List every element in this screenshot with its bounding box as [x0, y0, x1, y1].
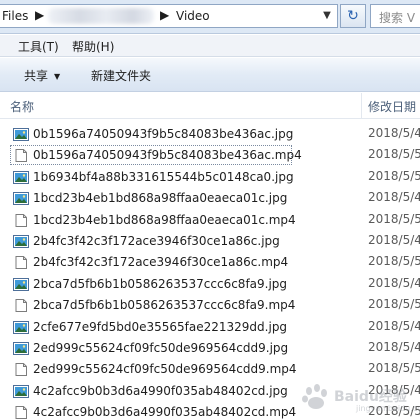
- file-name-cell[interactable]: 4c2afcc9b0b3d6a4990f035ab48402cd.mp4: [10, 402, 296, 420]
- file-name: 0b1596a74050943f9b5c84083be436ac.mp4: [33, 148, 302, 163]
- chevron-down-icon: ▼: [54, 72, 61, 81]
- column-name-header[interactable]: 名称: [10, 98, 34, 115]
- breadcrumb-separator-icon[interactable]: ▶: [160, 8, 169, 22]
- breadcrumb-blurred-segment: [48, 8, 154, 24]
- image-file-icon: [13, 342, 29, 355]
- file-name: 2b4fc3f42c3f172ace3946f30ce1a86c.mp4: [33, 255, 289, 270]
- file-date: 2018/5/5: [368, 168, 420, 183]
- video-file-icon: [15, 213, 27, 227]
- new-folder-button[interactable]: 新建文件夹: [91, 67, 151, 84]
- refresh-icon: ↻: [347, 8, 359, 24]
- file-row[interactable]: 0b1596a74050943f9b5c84083be436ac.mp4 2018…: [0, 145, 420, 166]
- file-name-cell[interactable]: 0b1596a74050943f9b5c84083be436ac.mp4: [10, 145, 302, 166]
- file-name: 2b4fc3f42c3f172ace3946f30ce1a86c.jpg: [33, 234, 280, 248]
- image-file-icon: [13, 235, 29, 248]
- file-row[interactable]: 2b4fc3f42c3f172ace3946f30ce1a86c.jpg 2018…: [0, 231, 420, 251]
- file-date: 2018/5/4: [368, 233, 420, 247]
- file-date: 2018/5/5: [368, 361, 420, 376]
- file-date: 2018/5/4: [368, 318, 420, 333]
- breadcrumb-files[interactable]: Files: [2, 9, 28, 23]
- file-name-cell[interactable]: 2ed999c55624cf09fc50de969564cdd9.mp4: [10, 359, 297, 379]
- file-name-cell[interactable]: 2b4fc3f42c3f172ace3946f30ce1a86c.jpg: [10, 231, 292, 251]
- search-placeholder: 搜索 V: [379, 11, 416, 25]
- file-name: 1bcd23b4eb1bd868a98ffaa0eaeca01c.jpg: [33, 191, 288, 206]
- file-row[interactable]: 2bca7d5fb6b1b0586263537ccc6c8fa9.jpg 2018…: [0, 274, 420, 294]
- file-row[interactable]: 1b6934bf4a88b331615544b5c0148ca0.jpg 2018…: [0, 167, 420, 187]
- file-row[interactable]: 2cfe677e9fd5bd0e35565fae221329dd.jpg 2018…: [0, 317, 420, 337]
- refresh-button[interactable]: ↻: [340, 4, 366, 28]
- file-row[interactable]: 2bca7d5fb6b1b0586263537ccc6c8fa9.mp4 2018…: [0, 295, 420, 315]
- file-name-cell[interactable]: 2ed999c55624cf09fc50de969564cdd9.jpg: [10, 338, 292, 358]
- file-row[interactable]: 1bcd23b4eb1bd868a98ffaa0eaeca01c.jpg 2018…: [0, 188, 420, 208]
- file-date: 2018/5/5: [368, 147, 420, 162]
- file-name-cell[interactable]: 2bca7d5fb6b1b0586263537ccc6c8fa9.mp4: [10, 295, 296, 315]
- share-label: 共享: [24, 69, 49, 83]
- file-name-cell[interactable]: 1b6934bf4a88b331615544b5c0148ca0.jpg: [10, 167, 294, 187]
- breadcrumb-separator-icon[interactable]: ▶: [35, 8, 44, 22]
- file-name: 4c2afcc9b0b3d6a4990f035ab48402cd.mp4: [33, 405, 297, 420]
- column-header: 名称 修改日期: [0, 93, 420, 119]
- command-bar: 共享 ▼ 新建文件夹: [0, 58, 420, 92]
- file-row[interactable]: 1bcd23b4eb1bd868a98ffaa0eaeca01c.mp4 2018…: [0, 210, 420, 230]
- file-name: 2bca7d5fb6b1b0586263537ccc6c8fa9.jpg: [33, 276, 288, 291]
- file-row[interactable]: 2b4fc3f42c3f172ace3946f30ce1a86c.mp4 2018…: [0, 252, 420, 272]
- image-file-icon: [13, 128, 29, 141]
- file-date: 2018/5/5: [368, 297, 420, 312]
- video-file-icon: [15, 299, 27, 313]
- file-row[interactable]: 2ed999c55624cf09fc50de969564cdd9.jpg 2018…: [0, 338, 420, 358]
- file-name-cell[interactable]: 2cfe677e9fd5bd0e35565fae221329dd.jpg: [10, 317, 292, 337]
- file-date: 2018/5/5: [368, 404, 420, 419]
- video-file-icon: [15, 256, 27, 270]
- menu-bar: 工具(T) 帮助(H): [0, 35, 420, 57]
- file-name-cell[interactable]: 0b1596a74050943f9b5c84083be436ac.jpg: [10, 124, 294, 144]
- file-name: 2bca7d5fb6b1b0586263537ccc6c8fa9.mp4: [33, 298, 296, 313]
- search-input[interactable]: 搜索 V: [370, 4, 420, 28]
- image-file-icon: [13, 277, 29, 291]
- file-date: 2018/5/4: [368, 190, 420, 205]
- menu-help[interactable]: 帮助(H): [72, 38, 114, 55]
- video-file-icon: [15, 406, 27, 420]
- share-button[interactable]: 共享 ▼: [24, 67, 60, 84]
- image-file-icon: [13, 320, 29, 334]
- file-name: 2cfe677e9fd5bd0e35565fae221329dd.jpg: [33, 319, 288, 334]
- breadcrumb-video[interactable]: Video: [176, 9, 210, 23]
- address-bar[interactable]: Files ▶ ▶ Video ▼: [0, 4, 338, 28]
- file-row[interactable]: 4c2afcc9b0b3d6a4990f035ab48402cd.jpg 2018…: [0, 381, 420, 401]
- menu-tools[interactable]: 工具(T): [18, 38, 59, 55]
- image-file-icon: [13, 384, 29, 398]
- image-file-icon: [13, 170, 29, 184]
- file-name: 1b6934bf4a88b331615544b5c0148ca0.jpg: [33, 169, 294, 184]
- address-bar-row: Files ▶ ▶ Video ▼ ↻ 搜索 V: [0, 0, 420, 34]
- video-file-icon: [15, 363, 27, 377]
- file-name: 2ed999c55624cf09fc50de969564cdd9.jpg: [33, 341, 289, 355]
- file-date: 2018/5/4: [368, 126, 420, 140]
- address-history-dropdown-icon[interactable]: ▼: [318, 6, 336, 26]
- file-date: 2018/5/5: [368, 254, 420, 269]
- file-list: 0b1596a74050943f9b5c84083be436ac.jpg 2018…: [0, 124, 420, 420]
- file-name-cell[interactable]: 1bcd23b4eb1bd868a98ffaa0eaeca01c.jpg: [10, 188, 292, 208]
- file-name: 1bcd23b4eb1bd868a98ffaa0eaeca01c.mp4: [33, 212, 296, 227]
- image-file-icon: [13, 192, 29, 206]
- file-name-cell[interactable]: 2b4fc3f42c3f172ace3946f30ce1a86c.mp4: [10, 252, 292, 272]
- file-date: 2018/5/5: [368, 211, 420, 226]
- file-name-cell[interactable]: 2bca7d5fb6b1b0586263537ccc6c8fa9.jpg: [10, 274, 292, 294]
- file-date: 2018/5/4: [368, 275, 420, 290]
- column-date-header[interactable]: 修改日期: [368, 98, 416, 115]
- file-name-cell[interactable]: 4c2afcc9b0b3d6a4990f035ab48402cd.jpg: [10, 381, 292, 401]
- file-row[interactable]: 4c2afcc9b0b3d6a4990f035ab48402cd.mp4 2018…: [0, 402, 420, 420]
- file-row[interactable]: 2ed999c55624cf09fc50de969564cdd9.mp4 2018…: [0, 359, 420, 379]
- file-date: 2018/5/4: [368, 340, 420, 354]
- file-date: 2018/5/4: [368, 382, 420, 397]
- column-divider[interactable]: [361, 93, 362, 119]
- file-name: 4c2afcc9b0b3d6a4990f035ab48402cd.jpg: [33, 383, 288, 398]
- file-name: 0b1596a74050943f9b5c84083be436ac.jpg: [33, 127, 294, 141]
- file-row[interactable]: 0b1596a74050943f9b5c84083be436ac.jpg 2018…: [0, 124, 420, 144]
- video-file-icon: [15, 149, 27, 163]
- file-name: 2ed999c55624cf09fc50de969564cdd9.mp4: [33, 362, 297, 377]
- file-name-cell[interactable]: 1bcd23b4eb1bd868a98ffaa0eaeca01c.mp4: [10, 210, 296, 230]
